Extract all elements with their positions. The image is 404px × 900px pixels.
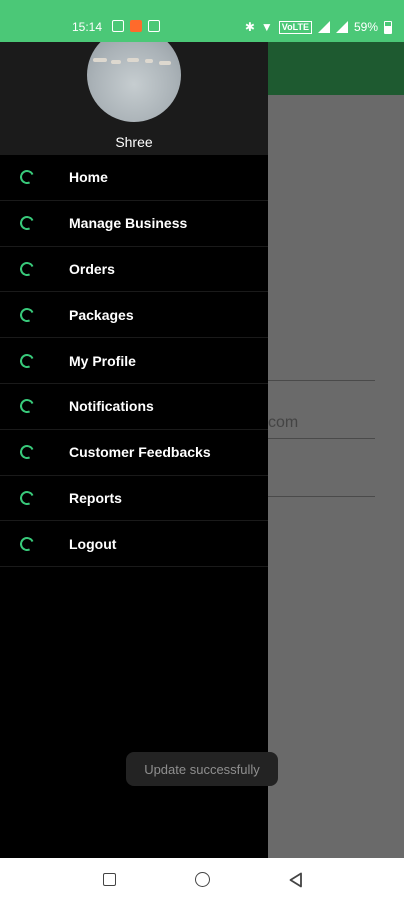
system-nav-bar	[0, 858, 404, 900]
toast-message: Update successfully	[126, 752, 278, 786]
home-icon[interactable]	[195, 872, 210, 887]
menu-item-manage-business[interactable]: Manage Business	[0, 201, 268, 247]
avatar-detail	[127, 58, 139, 62]
avatar-detail	[111, 60, 121, 64]
input-underline	[268, 380, 375, 381]
menu-item-reports[interactable]: Reports	[0, 476, 268, 522]
notification-icons	[112, 20, 160, 32]
loader-ring-icon	[18, 214, 36, 233]
bluetooth-icon: ✱	[244, 20, 255, 34]
back-icon[interactable]	[289, 872, 303, 888]
drawer-menu: Home Manage Business Orders Packages My …	[0, 155, 268, 568]
user-name: Shree	[115, 134, 153, 150]
menu-item-label: My Profile	[69, 352, 136, 369]
app-notification-icon	[112, 20, 124, 32]
loader-ring-icon	[18, 443, 36, 462]
menu-item-label: Reports	[69, 489, 122, 506]
loader-ring-icon	[18, 260, 36, 278]
app-notification-icon-2	[130, 20, 142, 32]
menu-item-packages[interactable]: Packages	[0, 292, 268, 339]
menu-item-label: Manage Business	[69, 215, 188, 232]
input-underline-2	[268, 438, 375, 439]
status-bar: 15:14 ✱ ▼ VoLTE 59%	[0, 0, 404, 42]
signal-icon	[317, 21, 330, 33]
navigation-drawer: Shree Home Manage Business Orders Packag…	[0, 42, 268, 858]
battery-icon	[384, 20, 392, 34]
volte-icon: VoLTE	[278, 20, 312, 34]
loader-ring-icon	[18, 305, 36, 324]
menu-item-home[interactable]: Home	[0, 155, 268, 201]
menu-item-label: Customer Feedbacks	[69, 444, 211, 461]
gmail-icon	[148, 20, 160, 32]
status-time: 15:14	[72, 20, 103, 34]
avatar-detail	[93, 58, 107, 62]
menu-item-orders[interactable]: Orders	[0, 247, 268, 293]
menu-item-label: Notifications	[69, 398, 154, 415]
menu-item-logout[interactable]: Logout	[0, 521, 268, 568]
loader-ring-icon	[18, 397, 36, 416]
menu-item-label: Packages	[69, 306, 134, 323]
loader-ring-icon	[18, 534, 36, 553]
system-icons: ✱ ▼ VoLTE 59%	[245, 20, 392, 34]
signal-icon-2	[335, 21, 348, 33]
battery-percent: 59%	[353, 20, 378, 34]
menu-item-notifications[interactable]: Notifications	[0, 384, 268, 430]
menu-item-my-profile[interactable]: My Profile	[0, 338, 268, 384]
loader-ring-icon	[18, 168, 36, 187]
avatar-detail	[145, 59, 153, 63]
wifi-icon: ▼	[260, 20, 273, 34]
menu-item-label: Orders	[69, 260, 115, 277]
menu-item-label: Home	[69, 169, 108, 186]
drawer-header: Shree	[0, 42, 268, 155]
recents-icon[interactable]	[103, 873, 116, 886]
menu-item-customer-feedbacks[interactable]: Customer Feedbacks	[0, 430, 268, 476]
email-field-fragment: com	[268, 414, 299, 431]
avatar[interactable]	[87, 42, 181, 122]
input-underline-3	[268, 496, 375, 497]
menu-item-label: Logout	[69, 535, 117, 552]
loader-ring-icon	[18, 488, 36, 507]
avatar-detail	[159, 61, 171, 65]
loader-ring-icon	[18, 351, 36, 370]
